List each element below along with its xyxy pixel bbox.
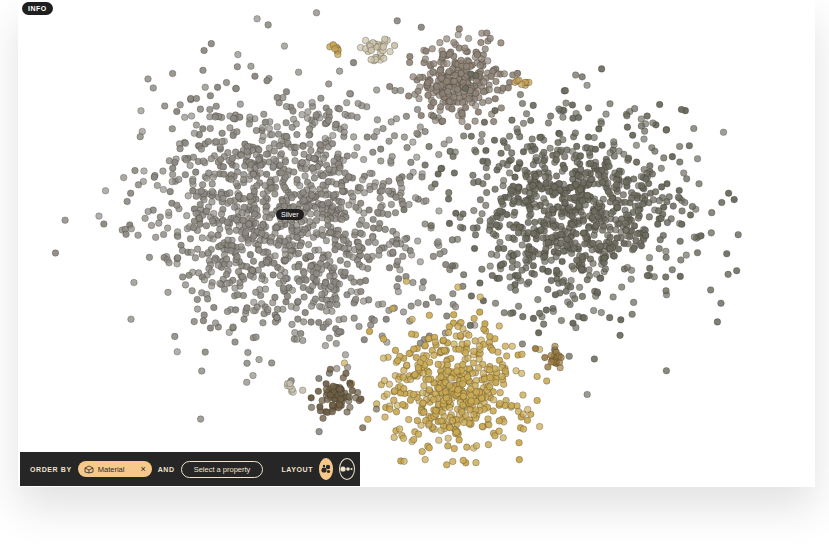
coin-cluster-chart[interactable] bbox=[18, 0, 815, 487]
cluster-icon bbox=[320, 463, 332, 475]
line-icon bbox=[340, 465, 354, 473]
clear-button[interactable]: × bbox=[128, 464, 145, 474]
material-chip[interactable]: Material× bbox=[78, 461, 152, 477]
property-select[interactable]: Select a property bbox=[181, 461, 264, 478]
material-label: Material bbox=[98, 465, 125, 474]
layout-button[interactable] bbox=[319, 458, 333, 480]
layout-button[interactable] bbox=[339, 458, 355, 480]
order-by-label: ORDER BY bbox=[30, 466, 72, 473]
and-label: AND bbox=[158, 466, 175, 473]
toolbar: ORDER BY Material× AND Select a property LAY… bbox=[20, 452, 360, 486]
page: INFO Silver ORDER BY Material× AND Select a p… bbox=[0, 0, 829, 547]
coin-canvas[interactable]: INFO Silver ORDER BY Material× AND Select a p… bbox=[18, 0, 815, 487]
info-button[interactable]: INFO bbox=[22, 2, 53, 15]
tooltip: Silver bbox=[276, 209, 304, 220]
layout-label: LAYOUT bbox=[281, 466, 313, 473]
coins-icon bbox=[84, 465, 94, 474]
